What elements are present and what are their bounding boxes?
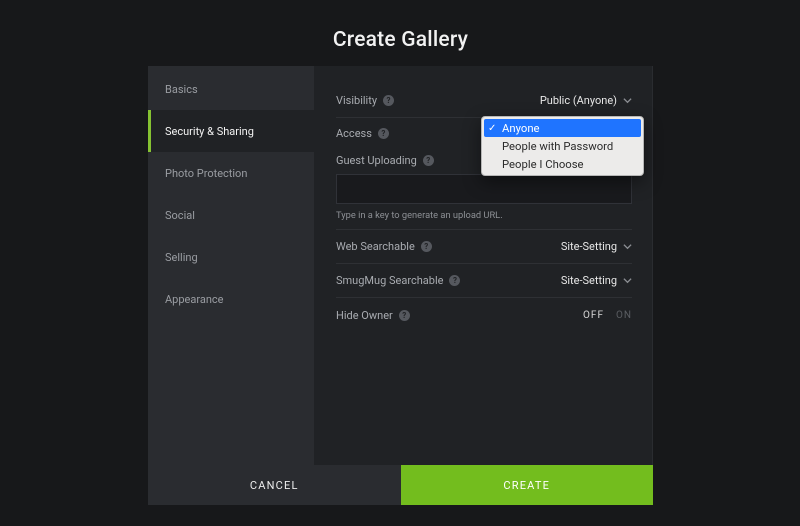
cancel-button[interactable]: CANCEL xyxy=(148,465,401,505)
dropdown-option-anyone[interactable]: Anyone xyxy=(484,119,641,137)
sidebar-item-label: Selling xyxy=(165,251,198,264)
settings-sidebar: Basics Security & Sharing Photo Protecti… xyxy=(148,66,314,465)
sidebar-item-appearance[interactable]: Appearance xyxy=(148,278,314,320)
sidebar-item-basics[interactable]: Basics xyxy=(148,68,314,110)
visibility-row: Visibility ? Public (Anyone) xyxy=(336,84,632,118)
sidebar-item-photo-protection[interactable]: Photo Protection xyxy=(148,152,314,194)
value-text: Site-Setting xyxy=(561,274,617,287)
label-text: Guest Uploading xyxy=(336,154,417,167)
smugmug-searchable-label: SmugMug Searchable ? xyxy=(336,274,561,287)
modal-title: Create Gallery xyxy=(148,20,653,66)
web-searchable-label: Web Searchable ? xyxy=(336,240,561,253)
button-label: CANCEL xyxy=(250,479,299,492)
access-dropdown-menu: Anyone People with Password People I Cho… xyxy=(481,116,644,176)
label-text: Visibility xyxy=(336,94,377,107)
sidebar-item-label: Security & Sharing xyxy=(165,125,254,138)
dropdown-option-password[interactable]: People with Password xyxy=(484,137,641,155)
toggle-on: ON xyxy=(616,310,632,321)
option-text: Anyone xyxy=(502,122,540,135)
option-text: People with Password xyxy=(502,140,613,153)
help-icon[interactable]: ? xyxy=(421,241,432,252)
sidebar-item-selling[interactable]: Selling xyxy=(148,236,314,278)
chevron-down-icon xyxy=(623,242,632,251)
toggle-off: OFF xyxy=(583,310,604,321)
help-icon[interactable]: ? xyxy=(449,275,460,286)
label-text: Access xyxy=(336,127,372,140)
modal-footer: CANCEL CREATE xyxy=(148,465,653,505)
value-text: Public (Anyone) xyxy=(540,94,617,107)
create-gallery-modal: Create Gallery Basics Security & Sharing… xyxy=(148,20,653,505)
smugmug-searchable-select[interactable]: Site-Setting xyxy=(561,274,632,287)
visibility-select[interactable]: Public (Anyone) xyxy=(540,94,632,107)
smugmug-searchable-row: SmugMug Searchable ? Site-Setting xyxy=(336,264,632,298)
sidebar-item-security-sharing[interactable]: Security & Sharing xyxy=(148,110,314,152)
hide-owner-row: Hide Owner ? OFF ON xyxy=(336,298,632,332)
label-text: SmugMug Searchable xyxy=(336,274,443,287)
sidebar-item-label: Appearance xyxy=(165,293,224,306)
button-label: CREATE xyxy=(503,479,550,492)
chevron-down-icon xyxy=(623,96,632,105)
web-searchable-select[interactable]: Site-Setting xyxy=(561,240,632,253)
guest-uploading-hint: Type in a key to generate an upload URL. xyxy=(336,210,632,221)
label-text: Hide Owner xyxy=(336,309,393,322)
visibility-label: Visibility ? xyxy=(336,94,540,107)
create-button[interactable]: CREATE xyxy=(401,465,654,505)
sidebar-item-label: Photo Protection xyxy=(165,167,247,180)
label-text: Web Searchable xyxy=(336,240,415,253)
dropdown-option-choose[interactable]: People I Choose xyxy=(484,155,641,173)
hide-owner-label: Hide Owner ? xyxy=(336,309,583,322)
sidebar-item-label: Social xyxy=(165,209,195,222)
help-icon[interactable]: ? xyxy=(378,128,389,139)
chevron-down-icon xyxy=(623,276,632,285)
value-text: Site-Setting xyxy=(561,240,617,253)
help-icon[interactable]: ? xyxy=(423,155,434,166)
sidebar-item-social[interactable]: Social xyxy=(148,194,314,236)
guest-uploading-input[interactable] xyxy=(336,174,632,204)
settings-content: Visibility ? Public (Anyone) Access ? xyxy=(314,66,652,465)
help-icon[interactable]: ? xyxy=(399,310,410,321)
option-text: People I Choose xyxy=(502,158,584,171)
help-icon[interactable]: ? xyxy=(383,95,394,106)
hide-owner-toggle[interactable]: OFF ON xyxy=(583,310,632,321)
sidebar-item-label: Basics xyxy=(165,83,198,96)
modal-body: Basics Security & Sharing Photo Protecti… xyxy=(148,66,653,465)
web-searchable-row: Web Searchable ? Site-Setting xyxy=(336,230,632,264)
